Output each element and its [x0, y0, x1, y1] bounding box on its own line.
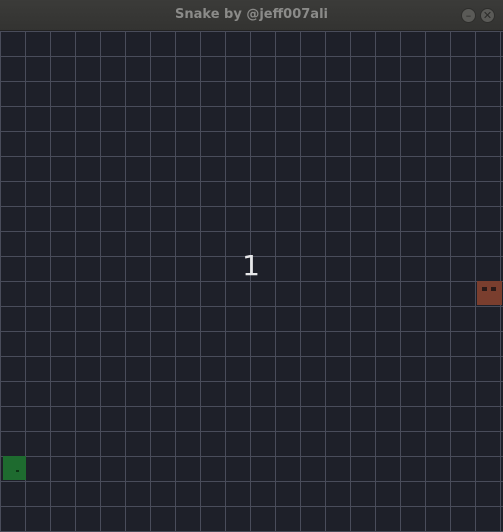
minimize-icon: – [465, 9, 472, 22]
game-window: Snake by @jeff007ali – ✕ 1 [0, 0, 503, 532]
food-item [477, 281, 502, 305]
food-right-eye-icon [491, 287, 496, 291]
title-bar[interactable]: Snake by @jeff007ali – ✕ [0, 0, 503, 31]
close-icon: ✕ [482, 9, 493, 22]
minimize-button[interactable]: – [461, 8, 476, 23]
game-board[interactable]: 1 [0, 31, 503, 532]
window-title: Snake by @jeff007ali [175, 7, 328, 22]
food-left-eye-icon [482, 287, 487, 291]
snake-head [3, 456, 26, 480]
close-button[interactable]: ✕ [480, 8, 495, 23]
score-display: 1 [242, 249, 260, 282]
snake-eye-icon [16, 470, 19, 472]
